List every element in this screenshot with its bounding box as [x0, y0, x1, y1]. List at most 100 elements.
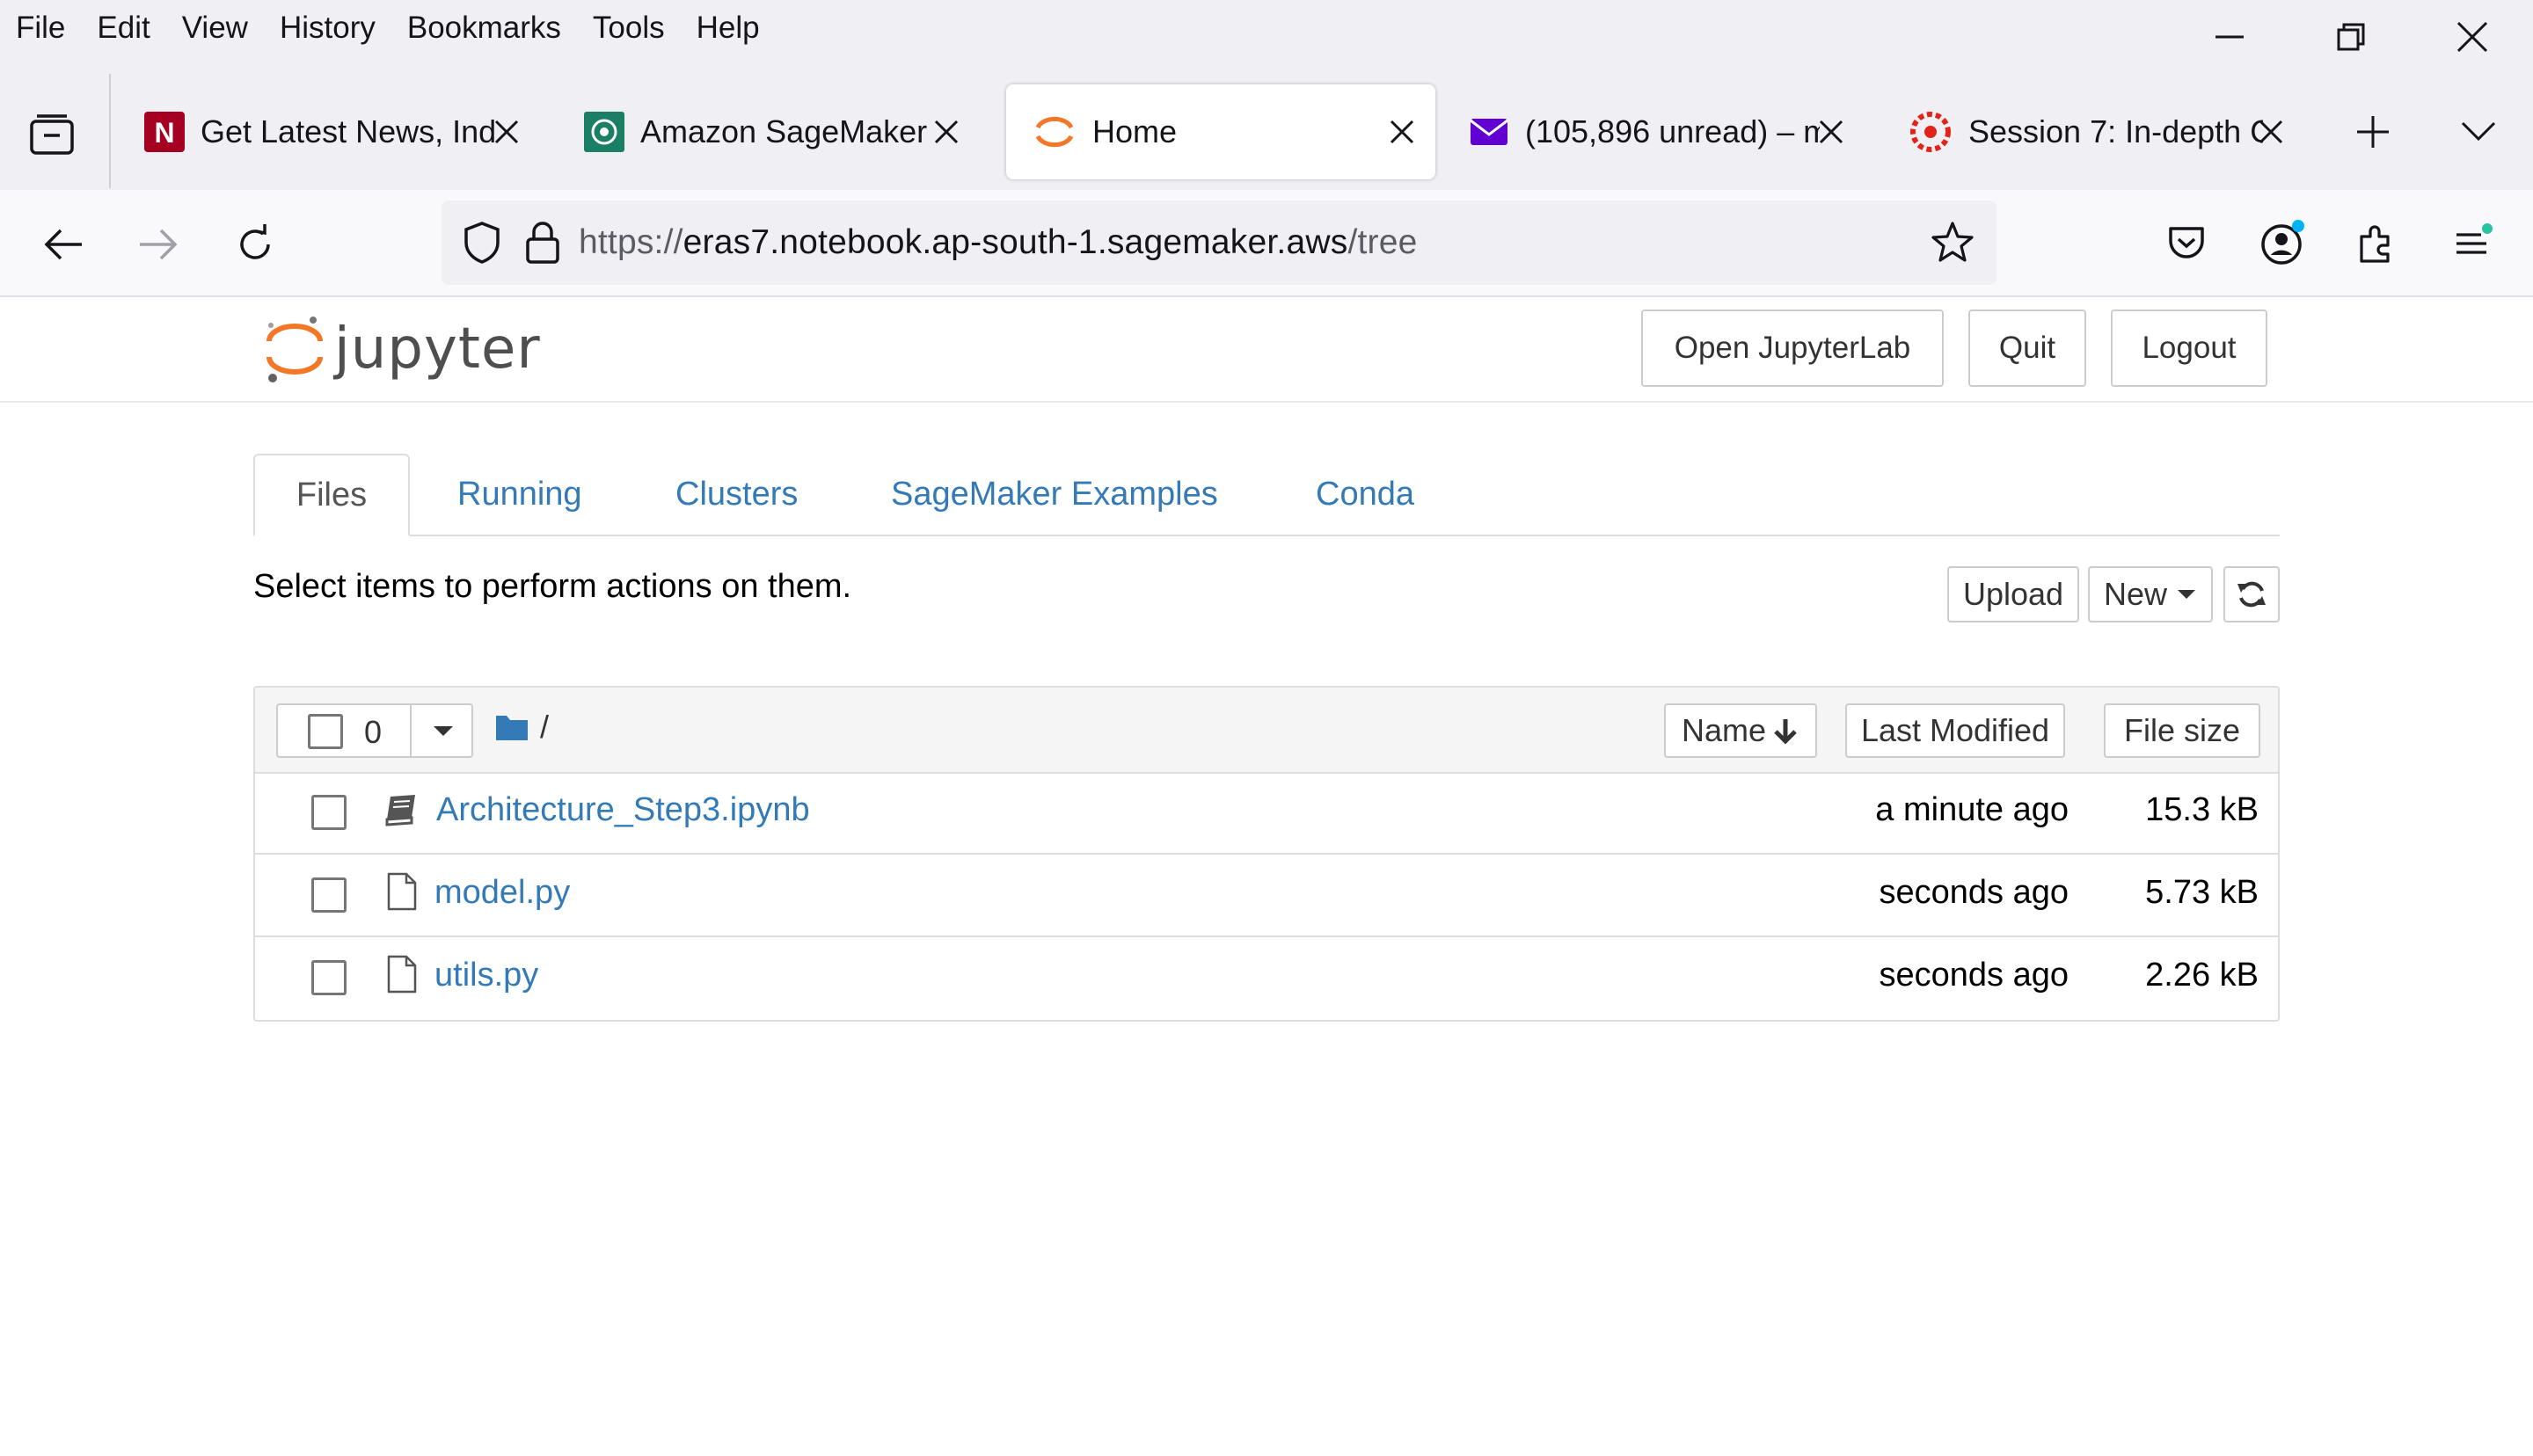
jupyter-logo-icon [266, 317, 323, 382]
row-checkbox[interactable] [311, 960, 347, 995]
file-name-link[interactable]: utils.py [434, 957, 538, 994]
forward-button[interactable] [134, 220, 183, 269]
restore-icon [2337, 23, 2365, 51]
breadcrumb-path[interactable]: / [540, 709, 549, 746]
new-tab-button[interactable] [2354, 113, 2392, 156]
jupyter-logo-text: jupyter [334, 317, 541, 382]
row-checkbox[interactable] [311, 795, 347, 830]
tab-running[interactable]: Running [457, 454, 582, 535]
jupyter-icon [1035, 116, 1074, 148]
selected-count: 0 [364, 714, 383, 750]
menu-tools[interactable]: Tools [577, 0, 681, 56]
file-modified: a minute ago [1875, 791, 2069, 828]
tab-news[interactable]: N Get Latest News, India News [118, 84, 540, 179]
url-text[interactable]: https://eras7.notebook.ap-south-1.sagema… [579, 223, 1417, 262]
tab-close-icon[interactable] [1384, 114, 1420, 149]
new-button-label: New [2103, 576, 2168, 612]
file-size: 5.73 kB [2145, 874, 2259, 911]
close-icon [2456, 21, 2488, 53]
lock-icon[interactable] [522, 220, 563, 266]
arrow-down-icon [1774, 719, 1797, 745]
tab-close-icon[interactable] [929, 114, 964, 149]
row-checkbox[interactable] [311, 877, 347, 913]
sort-by-name-button[interactable]: Name [1664, 703, 1817, 758]
file-list-header: 0 / Name Last Modified File size [255, 688, 2278, 774]
hamburger-menu-icon [2456, 223, 2493, 254]
tab-conda[interactable]: Conda [1316, 454, 1414, 535]
forward-arrow-icon [140, 229, 178, 260]
menu-file[interactable]: File [0, 0, 81, 56]
firefox-view-button[interactable] [26, 109, 79, 163]
url-bar[interactable]: https://eras7.notebook.ap-south-1.sagema… [442, 200, 1996, 285]
refresh-icon [2237, 581, 2266, 608]
tab-home[interactable]: Home [1006, 84, 1435, 179]
tab-close-icon[interactable] [2253, 114, 2288, 149]
tab-session[interactable]: Session 7: In-depth Course [1882, 84, 2304, 179]
selection-dropdown-button[interactable] [410, 703, 475, 758]
file-name-link[interactable]: model.py [434, 874, 570, 912]
navigation-bar: https://eras7.notebook.ap-south-1.sagema… [0, 190, 2533, 297]
file-list: 0 / Name Last Modified File size Archite… [253, 686, 2280, 1022]
tab-close-icon[interactable] [489, 114, 524, 149]
logout-button[interactable]: Logout [2111, 309, 2267, 387]
tab-files[interactable]: Files [253, 454, 410, 536]
tab-bar: N Get Latest News, India News Amazon Sag… [0, 56, 2533, 190]
reload-button[interactable] [229, 218, 281, 271]
jupyter-header: jupyter Open JupyterLab Quit Logout [0, 297, 2533, 403]
select-all-checkbox[interactable] [308, 714, 343, 749]
shield-icon[interactable] [459, 220, 505, 266]
menu-view[interactable]: View [166, 0, 264, 56]
upload-button[interactable]: Upload [1947, 566, 2079, 622]
account-button[interactable] [2255, 215, 2311, 271]
sagemaker-icon [584, 112, 624, 152]
tab-clusters[interactable]: Clusters [675, 454, 798, 535]
menu-bookmarks[interactable]: Bookmarks [391, 0, 577, 56]
list-all-tabs-button[interactable] [2459, 116, 2498, 152]
file-modified: seconds ago [1879, 874, 2069, 911]
tab-close-icon[interactable] [1814, 114, 1849, 149]
file-row[interactable]: Architecture_Step3.ipynb a minute ago 15… [255, 772, 2278, 855]
url-scheme: https:// [579, 223, 683, 261]
tab-title: Home [1092, 113, 1178, 149]
notebook-icon [385, 795, 415, 826]
caret-down-icon [434, 726, 453, 736]
tab-sagemaker[interactable]: Amazon SageMaker [558, 84, 980, 179]
menu-edit[interactable]: Edit [81, 0, 165, 56]
file-row[interactable]: model.py seconds ago 5.73 kB [255, 855, 2278, 937]
back-button[interactable] [39, 220, 88, 269]
url-path: /tree [1347, 223, 1418, 261]
menu-history[interactable]: History [264, 0, 391, 56]
tab-title: Amazon SageMaker [640, 113, 928, 149]
pocket-button[interactable] [2160, 216, 2213, 269]
tab-sagemaker-examples[interactable]: SageMaker Examples [891, 454, 1218, 535]
folder-icon[interactable] [494, 712, 529, 742]
quit-button[interactable]: Quit [1968, 309, 2086, 387]
sort-by-modified-button[interactable]: Last Modified [1845, 703, 2065, 758]
file-name-link[interactable]: Architecture_Step3.ipynb [436, 791, 810, 829]
file-modified: seconds ago [1879, 957, 2069, 994]
sort-by-size-button[interactable]: File size [2104, 703, 2260, 758]
tab-mail[interactable]: (105,896 unread) – mail [1442, 84, 1865, 179]
minimize-icon [2215, 35, 2244, 39]
bookmark-star-icon[interactable] [1930, 220, 1975, 266]
new-button[interactable]: New [2088, 566, 2213, 622]
extensions-button[interactable] [2350, 216, 2403, 269]
mail-icon [1470, 119, 1508, 145]
file-row[interactable]: utils.py seconds ago 2.26 kB [255, 937, 2278, 1020]
pocket-icon [2169, 227, 2204, 258]
open-jupyterlab-button[interactable]: Open JupyterLab [1641, 309, 1944, 387]
jupyter-logo[interactable]: jupyter [262, 311, 541, 387]
plus-icon [2357, 116, 2389, 148]
back-arrow-icon [44, 229, 82, 260]
menu-help[interactable]: Help [681, 0, 776, 56]
puzzle-icon [2360, 225, 2390, 263]
reload-icon [240, 224, 270, 259]
refresh-button[interactable] [2223, 566, 2280, 622]
file-size: 2.26 kB [2145, 957, 2259, 994]
file-icon [387, 955, 417, 994]
file-icon [387, 872, 417, 911]
course-icon [1910, 112, 1951, 152]
chevron-down-icon [2461, 121, 2496, 142]
app-menu-button[interactable] [2445, 216, 2498, 269]
sort-name-label: Name [1681, 712, 1767, 748]
